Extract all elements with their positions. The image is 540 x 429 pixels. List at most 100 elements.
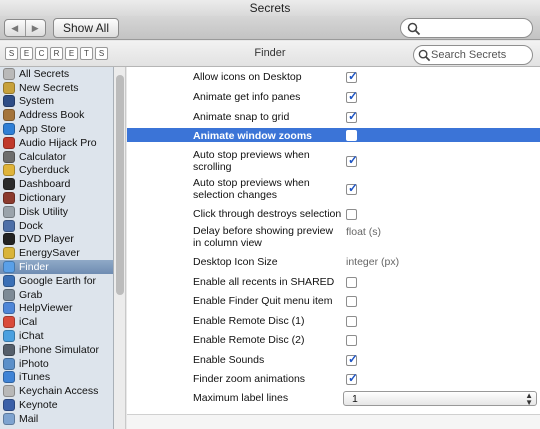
sidebar-item[interactable]: All Secrets <box>0 67 113 81</box>
sidebar-item-label: iCal <box>19 316 38 329</box>
sidebar-item[interactable]: Keychain Access <box>0 384 113 398</box>
sidebar-item[interactable]: iTunes <box>0 371 113 385</box>
sidebar-item[interactable]: Calculator <box>0 150 113 164</box>
search-placeholder: Search Secrets <box>431 49 507 61</box>
toolbar-search-field[interactable] <box>400 18 533 38</box>
setting-checkbox[interactable] <box>346 316 357 327</box>
setting-checkbox[interactable]: ✓ <box>346 69 358 83</box>
logo-letter: R <box>50 47 63 60</box>
setting-label: Auto stop previews when scrolling <box>193 149 310 173</box>
sidebar-item[interactable]: App Store <box>0 122 113 136</box>
setting-label: Animate get info panes <box>193 91 301 103</box>
sidebar-item[interactable]: iCal <box>0 315 113 329</box>
sidebar-item-label: All Secrets <box>19 67 70 80</box>
setting-label: Click through destroys selection <box>193 208 342 220</box>
setting-row[interactable]: Desktop Icon Size integer (px) <box>127 254 540 270</box>
setting-checkbox[interactable] <box>346 335 357 346</box>
setting-value-field[interactable]: integer (px) <box>346 256 399 268</box>
setting-row[interactable]: Auto stop previews when selection change… <box>127 176 540 202</box>
setting-checkbox[interactable] <box>346 296 357 307</box>
sidebar-item[interactable]: iPhoto <box>0 357 113 371</box>
setting-row[interactable]: Animate window zooms <box>127 128 540 142</box>
header-bar: SECRETS Finder Search Secrets <box>0 41 540 67</box>
setting-checkbox[interactable]: ✓ <box>346 371 358 385</box>
sidebar-item[interactable]: Cyberduck <box>0 164 113 178</box>
search-icon <box>418 49 431 62</box>
setting-row[interactable]: Click through destroys selection <box>127 206 540 222</box>
setting-checkbox[interactable]: ✓ <box>346 181 359 195</box>
setting-checkbox[interactable]: ✓ <box>346 89 359 103</box>
setting-checkbox[interactable] <box>346 130 357 141</box>
app-icon <box>3 150 15 163</box>
setting-row[interactable]: Enable Sounds ✓ <box>127 352 540 368</box>
checkmark-icon: ✓ <box>348 109 359 123</box>
setting-row[interactable]: Enable Remote Disc (1) <box>127 313 540 329</box>
sidebar-item[interactable]: Audio Hijack Pro <box>0 136 113 150</box>
show-all-button[interactable]: Show All <box>53 18 119 38</box>
checkmark-icon: ✓ <box>348 181 359 195</box>
setting-row[interactable]: Enable all recents in SHARED <box>127 274 540 290</box>
sidebar-item[interactable]: Google Earth for <box>0 274 113 288</box>
app-icon <box>3 357 15 370</box>
sidebar-item-label: Dock <box>19 219 43 232</box>
sidebar-item[interactable]: Grab <box>0 288 113 302</box>
setting-label: Finder zoom animations <box>193 373 306 385</box>
setting-checkbox[interactable]: ✓ <box>346 153 358 167</box>
sidebar-item[interactable]: Address Book <box>0 108 113 122</box>
sidebar-item[interactable]: DVD Player <box>0 233 113 247</box>
setting-row[interactable]: Finder zoom animations ✓ <box>127 371 540 387</box>
sidebar-item[interactable]: Disk Utility <box>0 205 113 219</box>
sidebar-item[interactable]: Finder <box>0 260 113 274</box>
sidebar-item[interactable]: iPhone Simulator <box>0 343 113 357</box>
sidebar-item[interactable]: System <box>0 95 113 109</box>
setting-dropdown[interactable]: 1 ▲ ▼ <box>343 391 537 407</box>
sidebar-item[interactable]: iChat <box>0 329 113 343</box>
sidebar-item[interactable]: EnergySaver <box>0 246 113 260</box>
setting-row[interactable]: Animate snap to grid ✓ <box>127 109 540 125</box>
back-arrow-icon: ◀ <box>11 22 19 33</box>
sidebar-item[interactable]: Mail <box>0 412 113 426</box>
setting-row[interactable]: Animate get info panes ✓ <box>127 89 540 105</box>
checkmark-icon: ✓ <box>348 89 359 103</box>
forward-arrow-icon: ▶ <box>31 22 39 33</box>
sidebar-item[interactable]: Dashboard <box>0 177 113 191</box>
setting-checkbox[interactable] <box>346 277 357 288</box>
app-icon <box>3 247 15 260</box>
setting-checkbox[interactable]: ✓ <box>346 352 359 366</box>
sidebar-item[interactable]: Dock <box>0 219 113 233</box>
setting-row[interactable]: Auto stop previews when scrolling ✓ <box>127 148 540 174</box>
sidebar-item[interactable]: Dictionary <box>0 191 113 205</box>
sidebar-item-label: EnergySaver <box>19 247 80 260</box>
checkmark-icon: ✓ <box>348 352 359 366</box>
sidebar-item-label: Audio Hijack Pro <box>19 136 97 149</box>
back-button[interactable]: ◀ <box>5 20 25 36</box>
sidebar-item-label: iTunes <box>19 371 51 384</box>
setting-label: Maximum label lines <box>193 392 289 404</box>
app-icon <box>3 385 15 398</box>
sidebar-item[interactable]: Keynote <box>0 398 113 412</box>
setting-label: Enable Sounds <box>193 354 265 366</box>
sidebar-scrollbar[interactable] <box>114 67 126 429</box>
nav-button-group: ◀ ▶ <box>4 19 46 37</box>
sidebar-item-label: Disk Utility <box>19 205 68 218</box>
setting-value-field[interactable]: float (s) <box>346 226 381 238</box>
setting-label: Delay before showing preview in column v… <box>193 225 334 249</box>
app-icon <box>3 302 15 315</box>
setting-row[interactable]: Maximum label lines 1 ▲ ▼ <box>127 390 540 407</box>
app-icon <box>3 95 15 108</box>
setting-checkbox[interactable]: ✓ <box>346 109 359 123</box>
search-secrets-field[interactable]: Search Secrets <box>413 45 533 65</box>
setting-row[interactable]: Delay before showing preview in column v… <box>127 224 540 252</box>
setting-row[interactable]: Enable Finder Quit menu item <box>127 293 540 309</box>
scrollbar-thumb[interactable] <box>116 75 124 295</box>
app-icon <box>3 67 15 80</box>
settings-list: Allow icons on Desktop ✓ Animate get info … <box>127 67 540 429</box>
setting-row[interactable]: Allow icons on Desktop ✓ <box>127 69 540 85</box>
sidebar-item[interactable]: HelpViewer <box>0 302 113 316</box>
forward-button[interactable]: ▶ <box>24 20 46 36</box>
setting-label: Enable all recents in SHARED <box>193 276 335 288</box>
sidebar-item[interactable]: New Secrets <box>0 81 113 95</box>
sidebar-item-label: New Secrets <box>19 81 79 94</box>
setting-checkbox[interactable] <box>346 209 357 220</box>
setting-row[interactable]: Enable Remote Disc (2) <box>127 332 540 348</box>
